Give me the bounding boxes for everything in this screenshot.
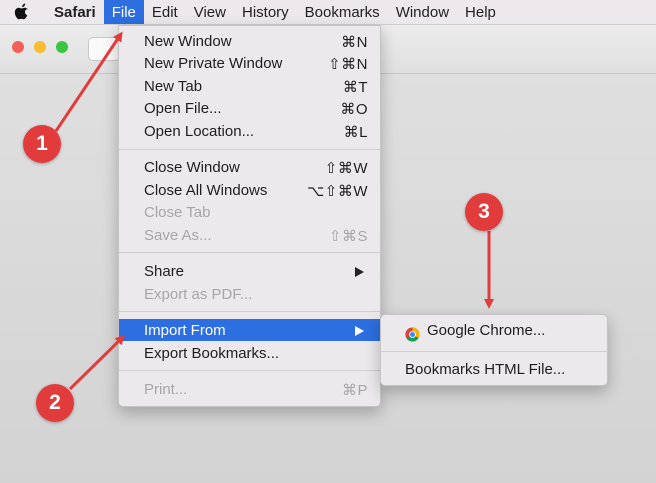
close-window-button[interactable]: [12, 41, 24, 53]
menu-window[interactable]: Window: [388, 0, 457, 24]
submenu-arrow-icon: [355, 267, 364, 277]
menu-item-share[interactable]: Share: [119, 260, 380, 282]
menu-edit[interactable]: Edit: [144, 0, 186, 24]
menu-item-new-tab[interactable]: New Tab ⌘T: [119, 75, 380, 97]
menu-safari[interactable]: Safari: [46, 0, 104, 24]
menu-help[interactable]: Help: [457, 0, 504, 24]
menu-item-new-window[interactable]: New Window ⌘N: [119, 30, 380, 52]
menu-item-close-all-windows[interactable]: Close All Windows ⌥⇧⌘W: [119, 179, 380, 201]
menu-item-save-as: Save As... ⇧⌘S: [144, 227, 368, 245]
menu-item-open-file[interactable]: Open File... ⌘O: [119, 97, 380, 119]
menu-separator: [119, 311, 380, 312]
menu-item-new-private-window[interactable]: New Private Window ⇧⌘N: [119, 52, 380, 74]
menu-history[interactable]: History: [234, 0, 297, 24]
menu-item-print: Print... ⌘P: [144, 381, 368, 399]
chrome-icon: [405, 327, 420, 342]
minimize-window-button[interactable]: [34, 41, 46, 53]
apple-logo-icon[interactable]: [14, 2, 32, 22]
menu-view[interactable]: View: [186, 0, 234, 24]
menu-item-close-tab: Close Tab: [144, 204, 211, 221]
menu-separator: [119, 252, 380, 253]
menu-separator: [119, 149, 380, 150]
menu-bar: Safari File Edit View History Bookmarks …: [0, 0, 656, 25]
file-menu: New Window ⌘N New Private Window ⇧⌘N New…: [118, 25, 381, 407]
menu-file[interactable]: File: [103, 0, 144, 24]
menu-separator: [381, 351, 607, 352]
menu-item-open-location[interactable]: Open Location... ⌘L: [119, 120, 380, 142]
annotation-badge-2: 2: [36, 384, 74, 422]
annotation-badge-1: 1: [23, 125, 61, 163]
zoom-window-button[interactable]: [56, 41, 68, 53]
menu-bookmarks[interactable]: Bookmarks: [297, 0, 388, 24]
menu-separator: [119, 370, 380, 371]
menu-item-import-from[interactable]: Import From: [119, 319, 380, 341]
annotation-badge-3: 3: [465, 193, 503, 231]
import-from-submenu: Google Chrome... Bookmarks HTML File...: [380, 314, 608, 386]
menu-item-bookmarks-html-file[interactable]: Bookmarks HTML File...: [381, 358, 607, 380]
menu-item-google-chrome[interactable]: Google Chrome...: [381, 319, 607, 342]
menu-item-export-bookmarks[interactable]: Export Bookmarks...: [119, 342, 380, 364]
menu-item-close-window[interactable]: Close Window ⇧⌘W: [119, 156, 380, 178]
sidebar-toggle-button[interactable]: [88, 37, 120, 61]
submenu-arrow-icon: [355, 326, 364, 336]
menu-item-export-as-pdf: Export as PDF...: [144, 286, 253, 303]
